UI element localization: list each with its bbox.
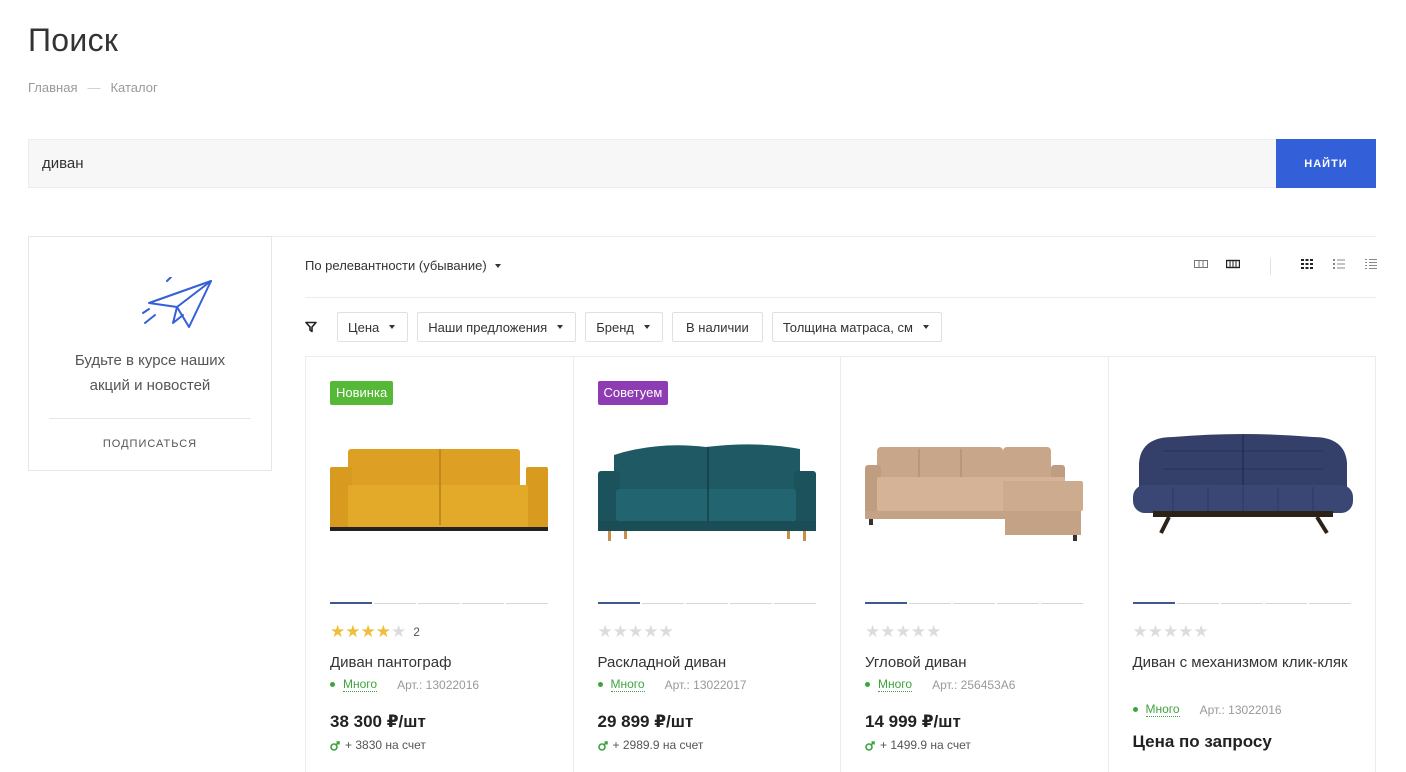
bonus-text: + 2989.9 на счет bbox=[612, 738, 704, 752]
list-view-icon[interactable] bbox=[1332, 258, 1346, 270]
stock-info: Много Арт.: 256453А6 bbox=[865, 677, 1015, 692]
bonus-icon bbox=[330, 740, 340, 751]
review-count: 2 bbox=[413, 625, 420, 639]
bonus-icon bbox=[865, 740, 875, 751]
breadcrumb-home[interactable]: Главная bbox=[28, 80, 77, 95]
product-card[interactable]: Новинка ★ ★ ★ ★ ★ 2 Диван пантограф Много Ар… bbox=[306, 357, 574, 772]
image-pagination[interactable] bbox=[330, 602, 548, 604]
product-sku: Арт.: 13022016 bbox=[397, 677, 480, 692]
breadcrumb: Главная — Каталог bbox=[28, 80, 158, 95]
product-card[interactable]: Советуем ★ ★ ★ ★ ★ Раскладной диван Много Ар… bbox=[574, 357, 841, 772]
filter-label: Бренд bbox=[596, 319, 634, 335]
stock-dot bbox=[1132, 707, 1138, 712]
filter-offers[interactable]: Наши предложения bbox=[417, 312, 577, 342]
search-form: НАЙТИ bbox=[28, 139, 1376, 188]
product-image[interactable] bbox=[597, 427, 818, 557]
product-price: 38 300 ₽/шт bbox=[330, 712, 426, 731]
bonus-text: + 1499.9 на счет bbox=[880, 738, 971, 752]
rating-stars: ★ ★ ★ ★ ★ bbox=[1132, 622, 1209, 641]
product-image[interactable] bbox=[1132, 427, 1353, 557]
product-image[interactable] bbox=[330, 427, 550, 557]
subscribe-text: Будьте в курсе наших акций и новостей bbox=[74, 352, 226, 394]
stock-info: Много Арт.: 13022016 bbox=[330, 677, 479, 692]
product-name[interactable]: Диван с механизмом клик-кляк bbox=[1133, 650, 1353, 675]
divider bbox=[305, 297, 1376, 298]
rating-stars: ★ ★ ★ ★ ★ bbox=[597, 622, 674, 641]
three-columns-icon[interactable] bbox=[1194, 258, 1208, 270]
sort-dropdown[interactable]: По релевантности (убывание) bbox=[305, 258, 501, 273]
filter-label: Цена bbox=[348, 319, 380, 335]
stock-dot bbox=[597, 682, 603, 687]
paper-plane-icon bbox=[141, 276, 213, 334]
image-pagination[interactable] bbox=[865, 602, 1083, 604]
product-name[interactable]: Раскладной диван bbox=[598, 650, 818, 675]
divider bbox=[1270, 258, 1271, 275]
product-name[interactable]: Угловой диван bbox=[865, 650, 1085, 675]
filter-label: Толщина матраса, см bbox=[782, 319, 913, 335]
rating-stars: ★ ★ ★ ★ ★ bbox=[865, 622, 942, 641]
filter-bar: Цена Наши предложения Бренд В наличии То… bbox=[337, 312, 942, 342]
stock-status[interactable]: Много bbox=[343, 677, 378, 692]
filter-price[interactable]: Цена bbox=[337, 312, 409, 342]
chevron-down-icon bbox=[922, 325, 929, 329]
search-button[interactable]: НАЙТИ bbox=[1276, 139, 1376, 188]
grid-view-icon[interactable] bbox=[1300, 258, 1314, 270]
stock-status[interactable]: Много bbox=[878, 677, 913, 692]
bonus-info: + 1499.9 на счет bbox=[865, 738, 971, 752]
product-sku: Арт.: 13022016 bbox=[1199, 702, 1282, 717]
rating-stars: ★ ★ ★ ★ ★ 2 bbox=[330, 622, 420, 641]
stock-info: Много Арт.: 13022017 bbox=[597, 677, 747, 692]
sort-label: По релевантности (убывание) bbox=[305, 258, 487, 273]
subscribe-widget: Будьте в курсе наших акций и новостей ПО… bbox=[28, 236, 272, 471]
subscribe-link[interactable]: ПОДПИСАТЬСЯ bbox=[29, 438, 271, 450]
stock-info: Много Арт.: 13022016 bbox=[1132, 702, 1282, 717]
filter-mattress-thickness[interactable]: Толщина матраса, см bbox=[771, 312, 942, 342]
filter-icon[interactable] bbox=[305, 320, 317, 338]
product-name[interactable]: Диван пантограф bbox=[330, 650, 550, 675]
bonus-icon bbox=[597, 740, 608, 751]
four-columns-icon[interactable] bbox=[1226, 258, 1240, 270]
image-pagination[interactable] bbox=[1132, 602, 1351, 604]
column-view-toggle bbox=[1194, 258, 1240, 270]
chevron-down-icon bbox=[389, 325, 396, 329]
page-title: Поиск bbox=[28, 22, 119, 58]
product-price: Цена по запросу bbox=[1132, 732, 1272, 751]
chevron-down-icon bbox=[557, 325, 564, 329]
chevron-down-icon bbox=[494, 263, 501, 268]
badge-recommended: Советуем bbox=[597, 381, 669, 405]
badge-new: Новинка bbox=[330, 381, 394, 405]
filter-brand[interactable]: Бренд bbox=[585, 312, 663, 342]
image-pagination[interactable] bbox=[597, 602, 816, 604]
filter-label: В наличии bbox=[685, 319, 749, 335]
product-sku: Арт.: 256453А6 bbox=[932, 677, 1016, 692]
stock-status[interactable]: Много bbox=[1145, 702, 1180, 717]
filter-in-stock[interactable]: В наличии bbox=[671, 312, 763, 342]
stock-dot bbox=[865, 682, 870, 687]
chevron-down-icon bbox=[643, 325, 650, 329]
table-view-icon[interactable] bbox=[1364, 258, 1378, 270]
breadcrumb-catalog[interactable]: Каталог bbox=[110, 80, 157, 95]
bonus-text: + 3830 на счет bbox=[345, 738, 426, 752]
filter-label: Наши предложения bbox=[428, 319, 548, 335]
product-image[interactable] bbox=[865, 427, 1085, 557]
product-card[interactable]: ★ ★ ★ ★ ★ Угловой диван Много Арт.: 256453А6… bbox=[841, 357, 1109, 772]
stock-dot bbox=[330, 682, 335, 687]
bonus-info: + 2989.9 на счет bbox=[597, 738, 704, 752]
product-price: 14 999 ₽/шт bbox=[865, 712, 961, 731]
product-grid: Новинка ★ ★ ★ ★ ★ 2 Диван пантограф Много Ар… bbox=[305, 356, 1376, 772]
display-mode-toggle bbox=[1300, 258, 1378, 270]
product-price: 29 899 ₽/шт bbox=[597, 712, 694, 731]
breadcrumb-separator: — bbox=[87, 80, 101, 95]
bonus-info: + 3830 на счет bbox=[330, 738, 426, 752]
stock-status[interactable]: Много bbox=[610, 677, 645, 692]
product-card[interactable]: ★ ★ ★ ★ ★ Диван с механизмом клик-кляк Много… bbox=[1109, 357, 1376, 772]
divider bbox=[49, 418, 251, 419]
search-input[interactable] bbox=[28, 139, 1276, 188]
product-sku: Арт.: 13022017 bbox=[664, 677, 747, 692]
